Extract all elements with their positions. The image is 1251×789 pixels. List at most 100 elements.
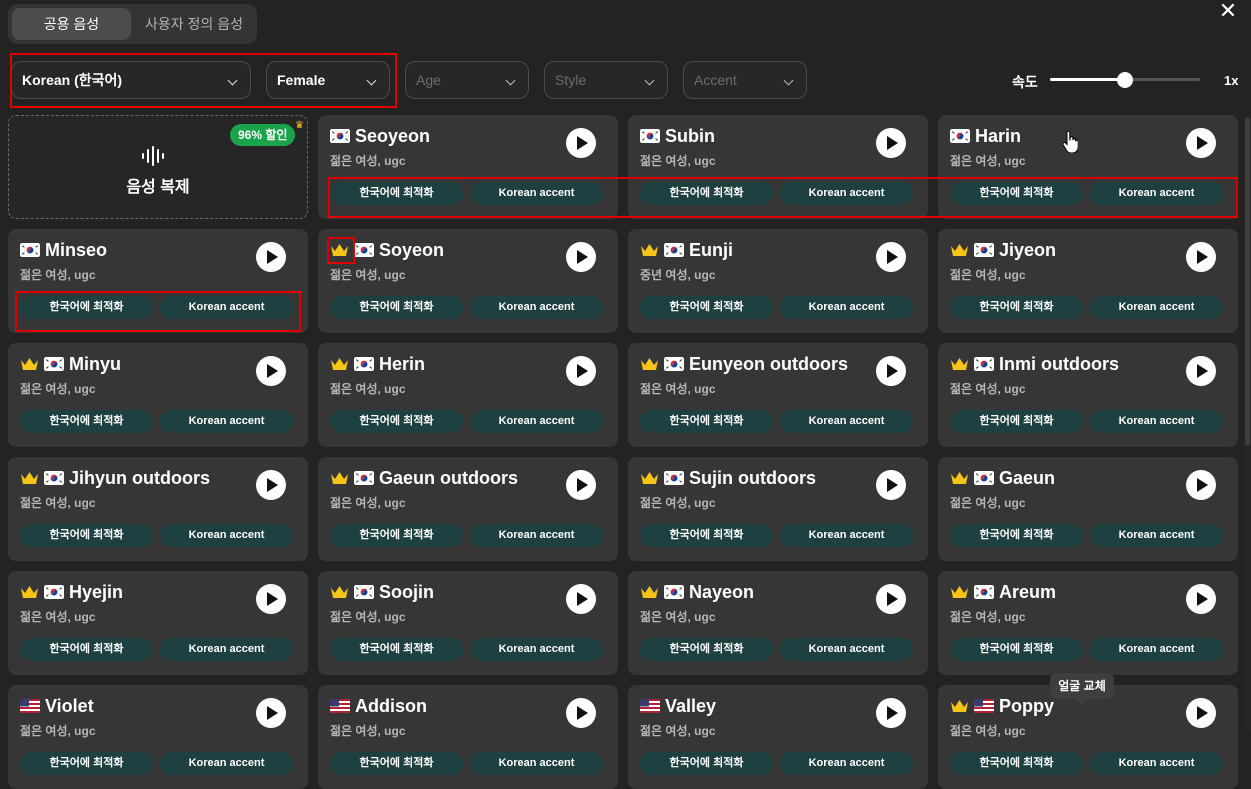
play-icon [267,364,278,378]
speed-slider[interactable] [1050,72,1200,88]
voice-card[interactable]: Harin 젊은 여성, ugc 한국어에 최적화 Korean accent [938,115,1238,219]
close-icon[interactable]: ✕ [1214,0,1242,24]
tag-korean-accent: Korean accent [780,182,913,205]
voice-card[interactable]: Poppy 젊은 여성, ugc 한국어에 최적화 Korean accent [938,685,1238,789]
voice-card-header: Subin [640,125,862,147]
voice-name: Areum [999,581,1057,602]
play-button[interactable] [876,698,906,728]
play-button[interactable] [256,356,286,386]
voice-card[interactable]: Herin 젊은 여성, ugc 한국어에 최적화 Korean accent [318,343,618,447]
voice-card[interactable]: Minyu 젊은 여성, ugc 한국어에 최적화 Korean accent [8,343,308,447]
korea-flag-icon [44,585,64,599]
gender-dropdown-value: Female [277,72,326,88]
play-button[interactable] [876,470,906,500]
tag-korean-accent: Korean accent [160,752,293,775]
scrollbar-thumb[interactable] [1245,118,1250,446]
tag-optimized-korean: 한국어에 최적화 [950,524,1083,547]
voice-description: 중년 여성, ugc [640,268,716,282]
play-button[interactable] [566,698,596,728]
voice-card[interactable]: Minseo 젊은 여성, ugc 한국어에 최적화 Korean accent [8,229,308,333]
voice-description: 젊은 여성, ugc [330,154,406,168]
play-button[interactable] [566,128,596,158]
crown-icon [951,586,968,598]
tag-optimized-korean: 한국어에 최적화 [640,638,773,661]
voice-card[interactable]: Seoyeon 젊은 여성, ugc 한국어에 최적화 Korean accent [318,115,618,219]
play-button[interactable] [256,584,286,614]
voice-card-header: Violet [20,695,242,717]
voice-card[interactable]: Eunji 중년 여성, ugc 한국어에 최적화 Korean accent [628,229,928,333]
play-button[interactable] [256,242,286,272]
chevron-down-icon [505,75,516,86]
play-button[interactable] [256,698,286,728]
play-button[interactable] [1186,698,1216,728]
play-button[interactable] [1186,584,1216,614]
voice-source-tabs: 공용 음성 사용자 정의 음성 [8,4,257,44]
voice-description: 젊은 여성, ugc [640,154,716,168]
play-button[interactable] [256,470,286,500]
voice-clone-card[interactable]: 음성 복제 96% 할인 ♛ [8,115,308,219]
play-icon [887,250,898,264]
play-button[interactable] [876,128,906,158]
voice-name: Eunji [689,239,733,260]
language-dropdown[interactable]: Korean (한국어) [11,61,251,99]
voice-card[interactable]: Addison 젊은 여성, ugc 한국어에 최적화 Korean accent [318,685,618,789]
voice-card[interactable]: Soyeon 젊은 여성, ugc 한국어에 최적화 Korean accent [318,229,618,333]
voice-card[interactable]: Eunyeon outdoors 젊은 여성, ugc 한국어에 최적화 Korean… [628,343,928,447]
tag-optimized-korean: 한국어에 최적화 [950,182,1083,205]
voice-card[interactable]: Gaeun 젊은 여성, ugc 한국어에 최적화 Korean accent [938,457,1238,561]
korea-flag-icon [950,129,970,143]
play-icon [577,706,588,720]
voice-card[interactable]: Hyejin 젊은 여성, ugc 한국어에 최적화 Korean accent [8,571,308,675]
voice-card[interactable]: Subin 젊은 여성, ugc 한국어에 최적화 Korean accent [628,115,928,219]
speed-slider-thumb[interactable] [1117,72,1133,88]
tab-public-voices[interactable]: 공용 음성 [12,8,131,40]
play-button[interactable] [566,356,596,386]
crown-icon [951,358,968,370]
play-icon [267,478,278,492]
voice-description: 젊은 여성, ugc [330,382,406,396]
voice-card[interactable]: Areum 젊은 여성, ugc 한국어에 최적화 Korean accent [938,571,1238,675]
speed-value: 1x [1224,73,1239,88]
play-button[interactable] [1186,356,1216,386]
style-dropdown[interactable]: Style [544,61,668,99]
voice-card[interactable]: Soojin 젊은 여성, ugc 한국어에 최적화 Korean accent [318,571,618,675]
voice-card[interactable]: Inmi outdoors 젊은 여성, ugc 한국어에 최적화 Korean ac… [938,343,1238,447]
voice-card[interactable]: Violet 젊은 여성, ugc 한국어에 최적화 Korean accent [8,685,308,789]
tab-custom-voices[interactable]: 사용자 정의 음성 [135,8,253,40]
age-dropdown[interactable]: Age [405,61,529,99]
voice-card[interactable]: Gaeun outdoors 젊은 여성, ugc 한국어에 최적화 Korean a… [318,457,618,561]
accent-dropdown[interactable]: Accent [683,61,807,99]
play-button[interactable] [1186,470,1216,500]
play-button[interactable] [876,242,906,272]
play-icon [887,592,898,606]
korea-flag-icon [330,129,350,143]
korea-flag-icon [354,357,374,371]
voice-name: Herin [379,353,426,374]
voice-card[interactable]: Nayeon 젊은 여성, ugc 한국어에 최적화 Korean accent [628,571,928,675]
crown-icon [21,472,38,484]
crown-icon [951,244,968,256]
play-button[interactable] [566,470,596,500]
tag-optimized-korean: 한국어에 최적화 [640,410,773,433]
voice-card[interactable]: Jiyeon 젊은 여성, ugc 한국어에 최적화 Korean accent [938,229,1238,333]
tag-optimized-korean: 한국어에 최적화 [20,524,153,547]
voice-card-header: Valley [640,695,862,717]
voice-card-header: Hyejin [20,581,242,603]
voice-card[interactable]: Sujin outdoors 젊은 여성, ugc 한국어에 최적화 Korean a… [628,457,928,561]
voice-description: 젊은 여성, ugc [640,496,716,510]
usa-flag-icon [974,699,994,713]
play-button[interactable] [566,242,596,272]
play-button[interactable] [876,356,906,386]
tag-optimized-korean: 한국어에 최적화 [330,182,463,205]
play-button[interactable] [1186,128,1216,158]
play-button[interactable] [1186,242,1216,272]
play-button[interactable] [876,584,906,614]
tag-optimized-korean: 한국어에 최적화 [950,752,1083,775]
voice-name: Seoyeon [355,125,431,146]
chevron-down-icon [366,75,377,86]
gender-dropdown[interactable]: Female [266,61,390,99]
play-button[interactable] [566,584,596,614]
voice-card-header: Eunji [640,239,862,261]
voice-card[interactable]: Jihyun outdoors 젊은 여성, ugc 한국어에 최적화 Korean … [8,457,308,561]
voice-card[interactable]: Valley 젊은 여성, ugc 한국어에 최적화 Korean accent [628,685,928,789]
